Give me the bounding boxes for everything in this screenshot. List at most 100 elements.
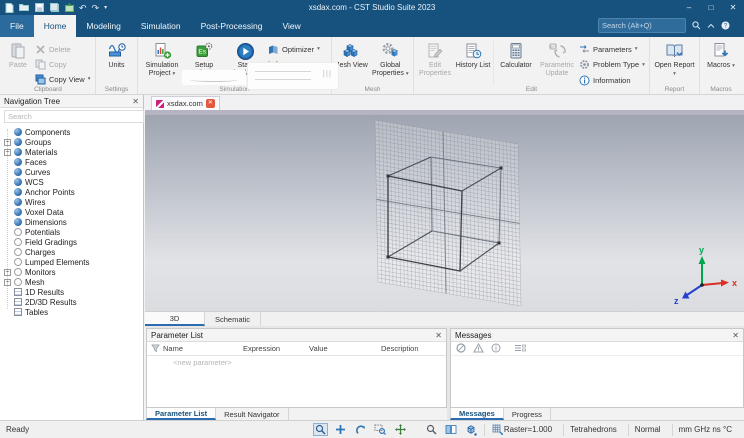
pan-tool-icon[interactable] bbox=[333, 423, 348, 436]
tree-item[interactable]: + 1D Results bbox=[0, 287, 143, 297]
mesh-type-cell[interactable]: Tetrahedrons bbox=[563, 423, 623, 436]
warnings-filter-icon[interactable] bbox=[473, 340, 484, 358]
tab-messages[interactable]: Messages bbox=[450, 408, 504, 420]
tree-search-input[interactable] bbox=[4, 110, 144, 123]
menu-tab[interactable]: Modeling bbox=[76, 15, 131, 37]
help-icon[interactable]: ? bbox=[721, 21, 730, 30]
start-simulation-icon bbox=[236, 41, 255, 61]
tab-schematic[interactable]: Schematic bbox=[205, 312, 262, 326]
save-all-icon[interactable] bbox=[49, 3, 59, 13]
tree-item[interactable]: + Charges bbox=[0, 247, 143, 257]
macros-button[interactable]: Macros ▾ bbox=[703, 39, 739, 70]
menu-tab[interactable]: View bbox=[272, 15, 310, 37]
zoom-tool-icon[interactable] bbox=[424, 423, 439, 436]
units-button[interactable]: Units bbox=[99, 39, 135, 70]
split-view-icon[interactable] bbox=[444, 423, 459, 436]
column-value[interactable]: Value bbox=[309, 344, 381, 353]
tree-item[interactable]: + WCS bbox=[0, 177, 143, 187]
viewport-3d[interactable]: y x z bbox=[145, 115, 744, 311]
parametric-update-icon: a=? bbox=[548, 41, 566, 61]
collapse-ribbon-icon[interactable] bbox=[707, 23, 715, 29]
mode-cell[interactable]: Normal bbox=[627, 423, 667, 436]
tab-parameter-list[interactable]: Parameter List bbox=[146, 408, 217, 420]
open-report-button[interactable]: Open Report ▾ bbox=[653, 39, 697, 78]
tree-item[interactable]: + Mesh bbox=[0, 277, 143, 287]
column-name[interactable]: Name bbox=[163, 344, 243, 353]
optimizer-button[interactable]: Optimizer ▾ bbox=[267, 43, 329, 55]
vertical-splitter[interactable] bbox=[447, 328, 450, 420]
pick-zoom-tool-icon[interactable] bbox=[312, 423, 328, 436]
tree-item[interactable]: + Tables bbox=[0, 307, 143, 317]
tree-item[interactable]: + Components bbox=[0, 127, 143, 137]
info-filter-icon[interactable] bbox=[491, 340, 501, 358]
qat-customize-icon[interactable]: ▾ bbox=[104, 3, 107, 13]
errors-filter-icon[interactable] bbox=[456, 340, 466, 358]
search-icon[interactable] bbox=[692, 21, 701, 30]
close-button[interactable]: ✕ bbox=[722, 0, 744, 15]
redo-icon[interactable]: ↷ bbox=[92, 3, 100, 13]
tab-result-navigator[interactable]: Result Navigator bbox=[216, 408, 289, 420]
parametric-update-button[interactable]: a=? Parametric Update bbox=[536, 39, 578, 78]
mode-value: Normal bbox=[634, 425, 661, 434]
menu-tab[interactable]: Home bbox=[33, 15, 77, 37]
bounding-box-icon[interactable] bbox=[464, 423, 479, 436]
tree-item[interactable]: + Lumped Elements bbox=[0, 257, 143, 267]
messages-close-icon[interactable]: ✕ bbox=[732, 331, 739, 340]
tree-item-label: Materials bbox=[25, 147, 58, 157]
units-cell[interactable]: mm GHz ns °C bbox=[671, 423, 738, 436]
column-description[interactable]: Description bbox=[381, 344, 446, 353]
publish-icon[interactable] bbox=[64, 3, 74, 13]
filter-icon[interactable] bbox=[147, 344, 163, 353]
column-expression[interactable]: Expression bbox=[243, 344, 309, 353]
navigation-tree-close-icon[interactable]: ✕ bbox=[132, 97, 139, 106]
copy-button[interactable]: Copy bbox=[34, 58, 90, 70]
tab-progress[interactable]: Progress bbox=[504, 408, 551, 420]
message-list-icon[interactable] bbox=[514, 340, 526, 358]
tree-item[interactable]: + Anchor Points bbox=[0, 187, 143, 197]
simulation-project-button[interactable]: Simulation Project ▾ bbox=[139, 39, 185, 78]
tree-item[interactable]: + Potentials bbox=[0, 227, 143, 237]
edit-properties-button[interactable]: Edit Properties bbox=[415, 39, 455, 78]
history-list-button[interactable]: History List bbox=[455, 39, 491, 70]
undo-icon[interactable]: ↶ bbox=[79, 3, 87, 13]
save-icon[interactable] bbox=[34, 3, 44, 13]
calculator-button[interactable]: Calculator bbox=[496, 39, 536, 70]
minimize-button[interactable]: – bbox=[678, 0, 700, 15]
tree-item[interactable]: + Field Gradings bbox=[0, 237, 143, 247]
new-file-icon[interactable] bbox=[4, 2, 14, 13]
menu-tab[interactable]: Post-Processing bbox=[191, 15, 273, 37]
tree-item[interactable]: + Voxel Data bbox=[0, 207, 143, 217]
tree-item[interactable]: + 2D/3D Results bbox=[0, 297, 143, 307]
zoom-window-tool-icon[interactable] bbox=[373, 423, 388, 436]
maximize-button[interactable]: □ bbox=[700, 0, 722, 15]
tree-item[interactable]: + Materials bbox=[0, 147, 143, 157]
tree-item[interactable]: + Monitors bbox=[0, 267, 143, 277]
raster-cell[interactable]: Raster=1.000 bbox=[483, 423, 558, 436]
tree-item[interactable]: + Dimensions bbox=[0, 217, 143, 227]
menu-tab[interactable]: File bbox=[0, 15, 34, 37]
tree-item[interactable]: + Groups bbox=[0, 137, 143, 147]
new-parameter-row[interactable]: <new parameter> bbox=[147, 356, 446, 368]
units-icon bbox=[108, 41, 126, 61]
parameter-list-close-icon[interactable]: ✕ bbox=[435, 331, 442, 340]
delete-button[interactable]: Delete bbox=[34, 43, 90, 55]
problem-type-button[interactable]: Problem Type ▾ bbox=[578, 59, 648, 71]
menu-tab[interactable]: Simulation bbox=[131, 15, 191, 37]
copy-view-button[interactable]: Copy View ▾ bbox=[34, 73, 90, 85]
tree-item[interactable]: + Wires bbox=[0, 197, 143, 207]
tree-item[interactable]: + Curves bbox=[0, 167, 143, 177]
paste-button[interactable]: Paste bbox=[2, 39, 34, 70]
open-folder-icon[interactable] bbox=[19, 3, 29, 13]
information-button[interactable]: Information bbox=[578, 74, 648, 86]
tree-item[interactable]: + Faces bbox=[0, 157, 143, 167]
copy-icon bbox=[34, 58, 46, 70]
view-mode-tabs: 3D Schematic bbox=[145, 311, 744, 326]
tab-3d[interactable]: 3D bbox=[145, 312, 205, 326]
parameters-button[interactable]: Parameters ▾ bbox=[578, 43, 648, 55]
document-tab[interactable]: xsdax.com ✕ bbox=[151, 96, 220, 110]
document-tab-close-icon[interactable]: ✕ bbox=[205, 99, 215, 108]
search-input[interactable] bbox=[598, 18, 686, 33]
global-properties-button[interactable]: Global Properties ▾ bbox=[369, 39, 412, 78]
dynamic-pan-tool-icon[interactable] bbox=[393, 423, 408, 436]
rotate-tool-icon[interactable] bbox=[353, 423, 368, 436]
